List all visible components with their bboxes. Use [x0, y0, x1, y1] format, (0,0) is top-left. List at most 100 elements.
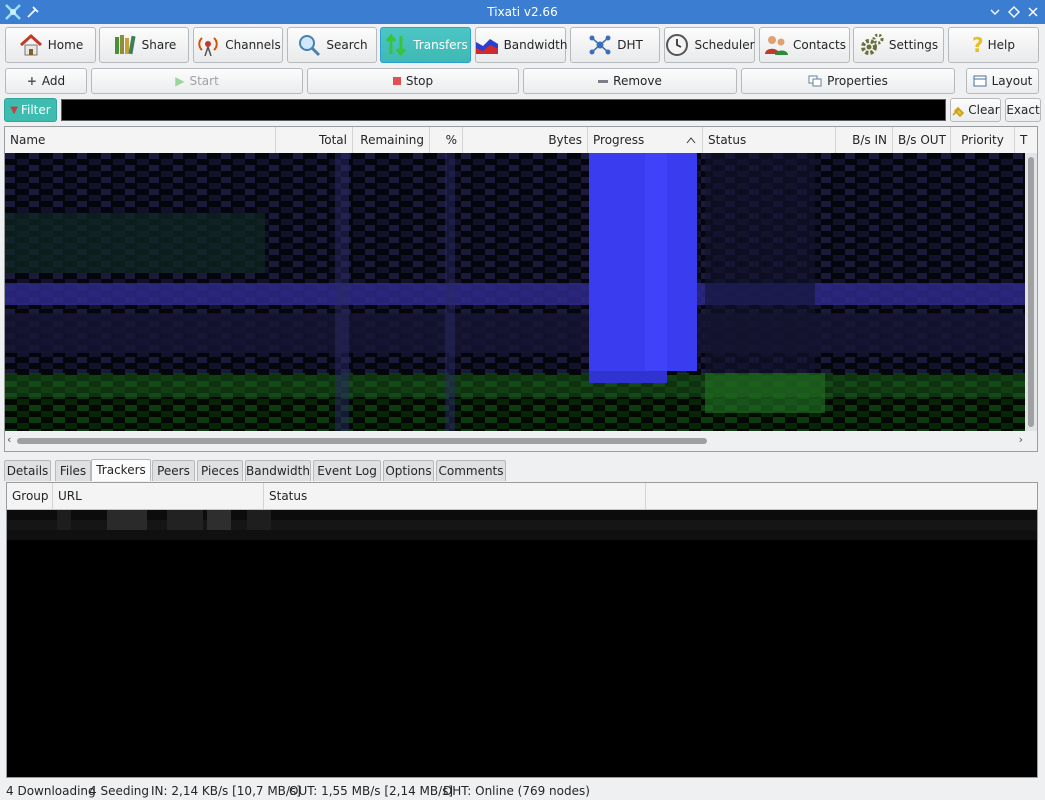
transfers-label: Transfers — [413, 38, 468, 52]
scroll-left-icon[interactable]: ‹ — [7, 433, 11, 446]
seeding-count: 4 Seeding — [89, 784, 150, 798]
help-label: Help — [987, 38, 1015, 52]
settings-button[interactable]: Settings — [853, 27, 944, 63]
stop-icon — [392, 77, 401, 85]
outbound-rate: OUT: 1,55 MB/s [2,14 MB/s] — [289, 784, 454, 798]
transfers-list-obscured[interactable] — [5, 153, 1025, 431]
share-label: Share — [141, 38, 177, 52]
tab-bandwidth[interactable]: Bandwidth — [245, 460, 311, 481]
transfers-table-header: Name Total Remaining % Bytes Progress St… — [5, 127, 1037, 154]
column-header-percent[interactable]: % — [430, 127, 463, 153]
downloading-count: 4 Downloading — [6, 784, 96, 798]
title-bar: Tixati v2.66 — [0, 0, 1045, 24]
column-header-total[interactable]: Total — [276, 127, 353, 153]
transfers-vertical-scrollbar[interactable] — [1025, 153, 1037, 431]
search-button[interactable]: Search — [287, 27, 377, 63]
channels-label: Channels — [225, 38, 281, 52]
column-header-priority[interactable]: Priority — [951, 127, 1015, 153]
inbound-rate: IN: 2,14 KB/s [10,7 MB/s] — [151, 784, 301, 798]
close-icon — [1028, 7, 1038, 17]
share-button[interactable]: Share — [99, 27, 189, 63]
search-icon — [299, 35, 321, 57]
tab-details[interactable]: Details — [4, 460, 51, 481]
tab-files[interactable]: Files — [55, 460, 91, 481]
tab-trackers[interactable]: Trackers — [91, 459, 151, 481]
search-label: Search — [326, 38, 368, 52]
horizontal-scroll-thumb[interactable] — [17, 438, 707, 444]
remove-button[interactable]: Remove — [523, 68, 737, 94]
scroll-right-icon[interactable]: › — [1019, 433, 1023, 446]
filter-input[interactable] — [61, 99, 946, 121]
home-button[interactable]: Home — [5, 27, 96, 63]
progress-header-label: Progress — [593, 133, 645, 147]
antenna-icon — [198, 37, 218, 57]
scheduler-button[interactable]: Scheduler — [664, 27, 755, 63]
trackers-table-header: Group URL Status — [7, 483, 1037, 510]
add-label: Add — [41, 74, 66, 88]
bandwidth-chart-icon — [475, 39, 498, 54]
clear-filter-button[interactable]: Clear — [950, 98, 1001, 122]
pixelated-transfer-rows — [5, 153, 1025, 431]
clear-label: Clear — [968, 103, 1000, 117]
channels-button[interactable]: Channels — [193, 27, 283, 63]
transfers-horizontal-scrollbar[interactable]: ‹ › — [5, 431, 1037, 451]
start-button[interactable]: ▶ Start — [91, 68, 303, 94]
column-header-truncated[interactable]: T — [1015, 127, 1037, 153]
properties-icon — [808, 75, 822, 87]
column-header-url[interactable]: URL — [53, 483, 264, 509]
clock-icon — [666, 34, 689, 56]
tab-pieces[interactable]: Pieces — [197, 460, 243, 481]
transfers-table: Name Total Remaining % Bytes Progress St… — [4, 126, 1038, 452]
exact-label: Exact — [1006, 103, 1040, 117]
books-icon — [114, 35, 136, 55]
properties-label: Properties — [827, 74, 888, 88]
properties-button[interactable]: Properties — [741, 68, 955, 94]
contacts-button[interactable]: Contacts — [759, 27, 850, 63]
exact-toggle[interactable]: Exact — [1005, 98, 1041, 122]
vertical-scroll-thumb[interactable] — [1028, 157, 1034, 427]
tab-options[interactable]: Options — [383, 460, 434, 481]
tab-peers[interactable]: Peers — [152, 460, 195, 481]
home-label: Home — [47, 38, 84, 52]
sort-ascending-icon — [686, 137, 696, 144]
stop-label: Stop — [405, 74, 434, 88]
pixelated-tracker-rows — [7, 510, 1037, 540]
tab-event-log[interactable]: Event Log — [313, 460, 381, 481]
minimize-button[interactable] — [986, 3, 1004, 21]
help-icon: ? — [972, 33, 984, 57]
column-header-group[interactable]: Group — [7, 483, 53, 509]
add-button[interactable]: + Add — [5, 68, 87, 94]
help-button[interactable]: ? Help — [948, 27, 1039, 63]
trackers-table: Group URL Status — [6, 482, 1038, 778]
maximize-button[interactable] — [1005, 3, 1023, 21]
close-button[interactable] — [1024, 3, 1042, 21]
bandwidth-label: Bandwidth — [503, 38, 568, 52]
filter-label: Filter — [20, 103, 51, 117]
column-header-bs-in[interactable]: B/s IN — [836, 127, 893, 153]
column-header-status[interactable]: Status — [703, 127, 836, 153]
filter-button[interactable]: ▼ Filter — [4, 98, 57, 122]
layout-label: Layout — [991, 74, 1033, 88]
column-header-bytes[interactable]: Bytes — [463, 127, 588, 153]
column-header-remaining[interactable]: Remaining — [353, 127, 430, 153]
tab-comments[interactable]: Comments — [436, 460, 506, 481]
column-header-name[interactable]: Name — [5, 127, 276, 153]
transfer-arrows-icon — [386, 33, 407, 57]
bandwidth-button[interactable]: Bandwidth — [475, 27, 568, 63]
home-icon — [19, 33, 42, 56]
layout-button[interactable]: Layout — [966, 68, 1039, 94]
column-header-tracker-status[interactable]: Status — [264, 483, 646, 509]
layout-icon — [973, 75, 987, 87]
start-label: Start — [189, 74, 219, 88]
stop-button[interactable]: Stop — [307, 68, 519, 94]
column-header-bs-out[interactable]: B/s OUT — [893, 127, 951, 153]
broom-icon — [952, 106, 965, 117]
maximize-icon — [1008, 6, 1020, 18]
dht-button[interactable]: DHT — [570, 27, 660, 63]
transfers-button[interactable]: Transfers — [380, 27, 471, 63]
column-header-progress[interactable]: Progress — [588, 127, 703, 153]
filter-funnel-icon: ▼ — [10, 104, 18, 116]
contacts-icon — [765, 36, 789, 55]
dht-label: DHT — [617, 38, 643, 52]
contacts-label: Contacts — [793, 38, 846, 52]
